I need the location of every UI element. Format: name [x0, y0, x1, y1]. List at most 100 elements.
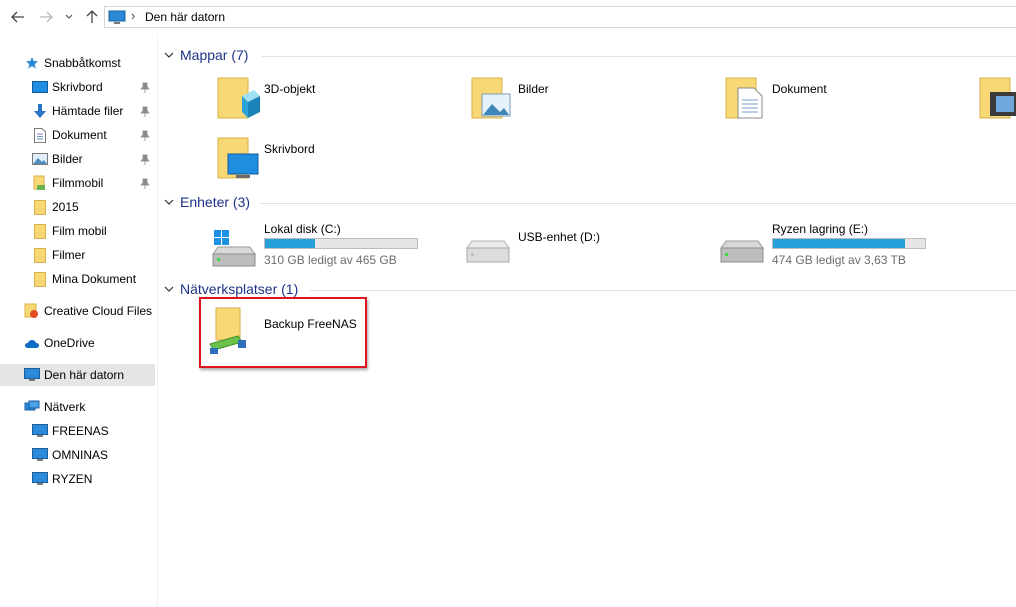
network-icon: [24, 399, 40, 415]
nav-label: Filmer: [52, 248, 86, 262]
address-toolbar: › Den här datorn: [0, 0, 1016, 36]
folder-tile-3d-objects[interactable]: 3D-objekt: [216, 74, 446, 126]
nav-label: FREENAS: [52, 424, 109, 438]
drive-free-space: 310 GB ledigt av 465 GB: [264, 253, 397, 267]
nav-item-film-mobil[interactable]: Film mobil: [32, 220, 107, 242]
computer-icon: [32, 471, 48, 487]
group-title: Enheter (3): [180, 194, 251, 210]
nav-item-skrivbord[interactable]: Skrivbord: [32, 76, 103, 98]
folder-label: Skrivbord: [264, 142, 315, 156]
nav-item-downloads[interactable]: Hämtade filer: [32, 100, 123, 122]
folder-tile-videos[interactable]: [978, 74, 1016, 126]
chevron-down-icon: [164, 286, 176, 292]
hard-drive-icon: [720, 240, 764, 263]
document-icon: [32, 127, 48, 143]
chevron-down-icon: [65, 14, 73, 19]
nav-item-mina-dokument[interactable]: Mina Dokument: [32, 268, 136, 290]
folder-tile-pictures[interactable]: Bilder: [470, 74, 700, 126]
nav-network-omninas[interactable]: OMNINAS: [32, 444, 108, 466]
folder-tile-desktop[interactable]: Skrivbord: [216, 134, 446, 186]
nav-label: Creative Cloud Files: [44, 304, 153, 318]
breadcrumb-separator-icon: ›: [131, 8, 136, 23]
nav-label: Nätverk: [44, 400, 86, 414]
drive-tile-e[interactable]: Ryzen lagring (E:) 474 GB ledigt av 3,63…: [718, 220, 948, 270]
nav-label: OMNINAS: [52, 448, 109, 462]
nav-network-freenas[interactable]: FREENAS: [32, 420, 109, 442]
group-header-network-locations[interactable]: Nätverksplatser (1): [164, 279, 298, 299]
documents-folder-icon: [725, 77, 763, 119]
nav-item-documents[interactable]: Dokument: [32, 124, 107, 146]
group-header-devices[interactable]: Enheter (3): [164, 192, 250, 212]
folder-icon: [32, 223, 48, 239]
pin-icon[interactable]: [140, 178, 150, 190]
nav-item-filmmobil[interactable]: Filmmobil: [32, 172, 103, 194]
folder-tile-documents[interactable]: Dokument: [724, 74, 954, 126]
nav-item-filmer[interactable]: Filmer: [32, 244, 85, 266]
nav-label: Film mobil: [52, 224, 107, 238]
back-button[interactable]: [9, 8, 27, 26]
computer-icon: [32, 447, 48, 463]
nav-quick-access[interactable]: Snabbåtkomst: [24, 52, 121, 74]
nav-label: Hämtade filer: [52, 104, 124, 118]
drive-usage-bar: [772, 238, 926, 249]
drive-free-space: 474 GB ledigt av 3,63 TB: [772, 253, 906, 267]
nav-label: Snabbåtkomst: [44, 56, 121, 70]
computer-icon: [32, 423, 48, 439]
nav-label: Bilder: [52, 152, 83, 166]
drive-tile-d[interactable]: USB-enhet (D:): [464, 220, 694, 270]
drive-tile-c[interactable]: Lokal disk (C:) 310 GB ledigt av 465 GB: [210, 220, 440, 270]
pin-icon[interactable]: [140, 130, 150, 142]
nav-onedrive[interactable]: OneDrive: [24, 332, 95, 354]
folder-icon: [32, 199, 48, 215]
drive-usage-fill: [265, 239, 316, 248]
nav-this-pc[interactable]: Den här datorn: [0, 364, 155, 386]
nav-creative-cloud[interactable]: Creative Cloud Files: [24, 300, 152, 322]
nav-label: Filmmobil: [52, 176, 104, 190]
pictures-icon: [32, 151, 48, 167]
videos-folder-icon: [979, 77, 1016, 119]
nav-label: Dokument: [52, 128, 107, 142]
group-divider: [260, 203, 1016, 204]
desktop-folder-icon: [217, 137, 259, 179]
star-icon: [24, 55, 40, 71]
nav-label: Den här datorn: [44, 368, 125, 382]
creative-cloud-folder-icon: [24, 303, 40, 319]
forward-button[interactable]: [37, 8, 55, 26]
nav-label: OneDrive: [44, 336, 95, 350]
group-title: Nätverksplatser (1): [180, 281, 299, 297]
drive-label: Lokal disk (C:): [264, 222, 341, 236]
group-divider: [310, 290, 1016, 291]
pictures-folder-icon: [471, 77, 511, 119]
arrow-up-icon: [86, 10, 98, 23]
pin-icon[interactable]: [140, 106, 150, 118]
pin-icon[interactable]: [140, 154, 150, 166]
nav-item-2015[interactable]: 2015: [32, 196, 79, 218]
arrow-left-icon: [11, 11, 24, 23]
highlight-box: [199, 297, 367, 368]
usb-drive-icon: [466, 240, 510, 263]
nav-label: 2015: [52, 200, 79, 214]
folder-icon: [32, 271, 48, 287]
nav-label: Mina Dokument: [52, 272, 137, 286]
address-bar[interactable]: › Den här datorn: [104, 6, 1016, 28]
group-divider: [262, 56, 1016, 57]
desktop-icon: [32, 79, 48, 95]
nav-network-ryzen[interactable]: RYZEN: [32, 468, 92, 490]
breadcrumb-this-pc[interactable]: Den här datorn: [145, 10, 225, 24]
chevron-down-icon: [164, 52, 176, 58]
cloud-icon: [24, 335, 40, 351]
pane-divider: [157, 36, 158, 607]
pin-icon[interactable]: [140, 82, 150, 94]
folder-label: Bilder: [518, 82, 549, 96]
drive-usage-bar: [264, 238, 418, 249]
download-arrow-icon: [32, 103, 48, 119]
system-drive-icon: [212, 230, 256, 267]
recent-locations-button[interactable]: [62, 8, 76, 26]
folder-label: 3D-objekt: [264, 82, 316, 96]
up-button[interactable]: [83, 8, 101, 26]
group-header-folders[interactable]: Mappar (7): [164, 45, 248, 65]
nav-item-pictures[interactable]: Bilder: [32, 148, 83, 170]
computer-icon: [24, 367, 40, 383]
drive-usage-fill: [773, 239, 906, 248]
nav-network[interactable]: Nätverk: [24, 396, 85, 418]
